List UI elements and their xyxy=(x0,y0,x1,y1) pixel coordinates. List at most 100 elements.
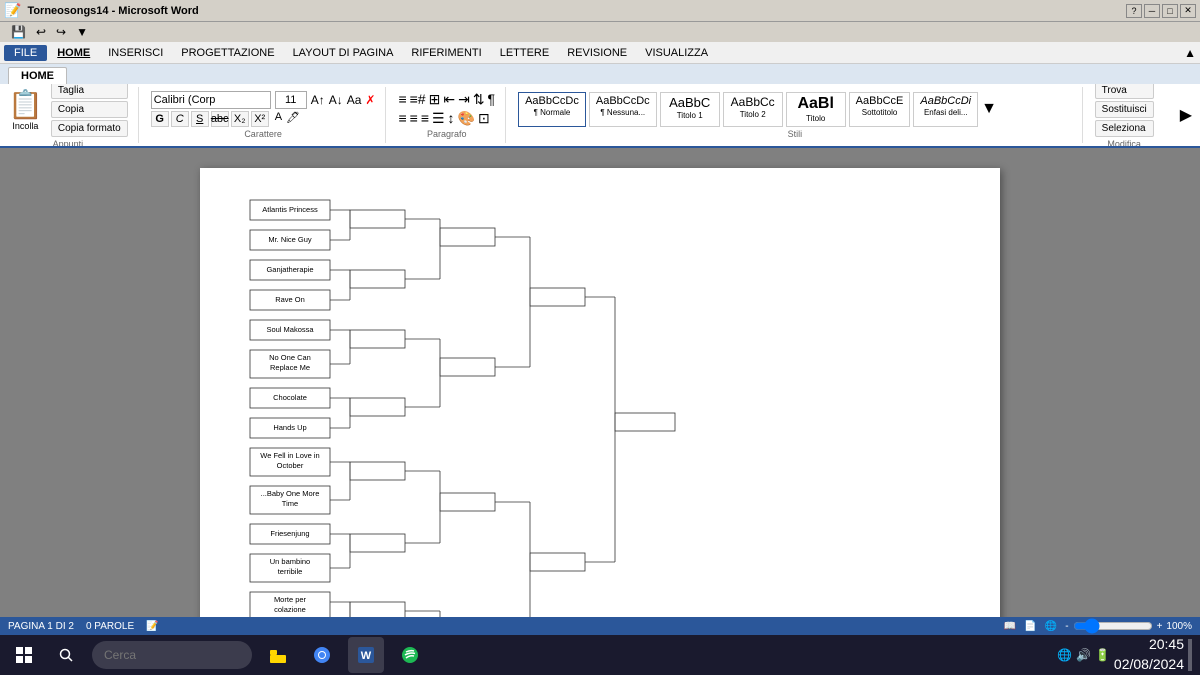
paragraph-label: Paragrafo xyxy=(398,129,495,139)
line-spacing-button[interactable]: ↕ xyxy=(448,110,455,127)
svg-text:We Fell in Love in: We Fell in Love in xyxy=(260,451,319,460)
font-size-input[interactable] xyxy=(275,91,307,109)
print-layout-button[interactable]: 📄 xyxy=(1024,621,1036,632)
taskbar-left: W xyxy=(8,637,428,673)
tab-home[interactable]: HOME xyxy=(8,67,67,84)
svg-text:Un bambino: Un bambino xyxy=(270,557,310,566)
shading-button[interactable]: 🎨 xyxy=(458,110,475,127)
style-no-space[interactable]: AaBbCcDc¶ Nessuna... xyxy=(589,92,657,127)
svg-text:October: October xyxy=(277,461,304,470)
svg-text:Morte per: Morte per xyxy=(274,595,307,604)
styles-expand-button[interactable]: ▼ xyxy=(981,92,997,127)
underline-button[interactable]: S xyxy=(191,111,209,127)
customize-qat-button[interactable]: ▼ xyxy=(73,24,91,40)
decrease-indent-button[interactable]: ⇤ xyxy=(443,91,455,108)
menu-layout[interactable]: LAYOUT DI PAGINA xyxy=(285,45,402,61)
replace-button[interactable]: Sostituisci xyxy=(1095,101,1154,118)
zoom-slider[interactable] xyxy=(1073,618,1153,634)
font-family-input[interactable] xyxy=(151,91,271,109)
read-mode-button[interactable]: 📖 xyxy=(1004,621,1016,632)
align-left-button[interactable]: ≡ xyxy=(398,110,406,127)
cut-button[interactable]: Taglia xyxy=(51,84,128,99)
taskbar-chrome[interactable] xyxy=(304,637,340,673)
web-layout-button[interactable]: 🌐 xyxy=(1045,621,1057,632)
style-title[interactable]: AaBlTitolo xyxy=(786,92,846,127)
start-button[interactable] xyxy=(8,639,40,671)
style-title2[interactable]: AaBbCcTitolo 2 xyxy=(723,92,783,127)
copy-button[interactable]: Copia xyxy=(51,101,128,118)
select-button[interactable]: Seleziona xyxy=(1095,120,1154,137)
ribbon-collapse-button[interactable]: ▲ xyxy=(1184,46,1196,60)
menu-revisione[interactable]: REVISIONE xyxy=(559,45,635,61)
find-button[interactable]: Trova xyxy=(1095,84,1154,99)
bracket-container: Atlantis Princess Mr. Nice Guy Ganjather… xyxy=(240,198,960,617)
zoom-in-button[interactable]: + xyxy=(1157,621,1163,632)
menu-home[interactable]: HOME xyxy=(49,45,98,61)
menu-lettere[interactable]: LETTERE xyxy=(492,45,558,61)
taskbar-search-input[interactable] xyxy=(92,641,252,669)
restore-button[interactable]: □ xyxy=(1162,4,1178,18)
italic-button[interactable]: C xyxy=(171,111,189,127)
word-count: 0 PAROLE xyxy=(86,621,134,632)
decrease-font-button[interactable]: A↓ xyxy=(329,93,343,107)
superscript-button[interactable]: X² xyxy=(251,111,269,127)
status-left: PAGINA 1 DI 2 0 PAROLE 📝 xyxy=(8,621,159,632)
svg-text:Rave On: Rave On xyxy=(275,295,305,304)
svg-text:Chocolate: Chocolate xyxy=(273,393,307,402)
track-changes-icon[interactable]: 📝 xyxy=(146,621,158,632)
paste-icon[interactable]: 📋 xyxy=(8,88,43,121)
clipboard-group: 📋 Incolla Taglia Copia Copia formato App… xyxy=(8,87,139,143)
menu-file[interactable]: FILE xyxy=(4,45,47,61)
subscript-button[interactable]: X₂ xyxy=(231,111,249,127)
style-subtitle[interactable]: AaBbCcESottotitolo xyxy=(849,92,911,127)
justify-button[interactable]: ☰ xyxy=(432,110,445,127)
font-color-button[interactable]: A xyxy=(275,111,282,127)
redo-qat-button[interactable]: ↪ xyxy=(53,24,69,40)
volume-icon[interactable]: 🔊 xyxy=(1076,648,1091,662)
sort-button[interactable]: ⇅ xyxy=(473,91,485,108)
align-center-button[interactable]: ≡ xyxy=(410,110,418,127)
style-title1[interactable]: AaBbCTitolo 1 xyxy=(660,92,720,127)
taskbar-spotify[interactable] xyxy=(392,637,428,673)
svg-text:Mr. Nice Guy: Mr. Nice Guy xyxy=(268,235,312,244)
bullets-button[interactable]: ≡ xyxy=(398,91,406,108)
search-taskbar[interactable] xyxy=(48,637,84,673)
menu-inserisci[interactable]: INSERISCI xyxy=(100,45,171,61)
menu-visualizza[interactable]: VISUALIZZA xyxy=(637,45,716,61)
document-area: Atlantis Princess Mr. Nice Guy Ganjather… xyxy=(0,148,1200,617)
zoom-level[interactable]: 100% xyxy=(1166,621,1192,632)
network-icon[interactable]: 🌐 xyxy=(1057,648,1072,662)
zoom-out-button[interactable]: - xyxy=(1065,621,1068,632)
format-painter-button[interactable]: Copia formato xyxy=(51,120,128,137)
align-right-button[interactable]: ≡ xyxy=(421,110,429,127)
bold-button[interactable]: G xyxy=(151,111,169,127)
bracket-svg: Atlantis Princess Mr. Nice Guy Ganjather… xyxy=(240,198,660,617)
clear-format-button[interactable]: ✗ xyxy=(365,93,375,107)
undo-qat-button[interactable]: ↩ xyxy=(33,24,49,40)
show-marks-button[interactable]: ¶ xyxy=(488,91,496,108)
highlight-button[interactable]: 🖊 xyxy=(286,111,300,127)
increase-indent-button[interactable]: ⇥ xyxy=(458,91,470,108)
taskbar-word[interactable]: W xyxy=(348,637,384,673)
menu-progettazione[interactable]: PROGETTAZIONE xyxy=(173,45,282,61)
taskbar-explorer[interactable] xyxy=(260,637,296,673)
style-normal[interactable]: AaBbCcDc¶ Normale xyxy=(518,92,586,127)
menu-bar: FILE HOME INSERISCI PROGETTAZIONE LAYOUT… xyxy=(0,42,1200,64)
strikethrough-button[interactable]: abc xyxy=(211,111,229,127)
menu-riferimenti[interactable]: RIFERIMENTI xyxy=(403,45,489,61)
style-emphasis[interactable]: AaBbCcDiEnfasi deli... xyxy=(913,92,978,127)
help-button[interactable]: ? xyxy=(1126,4,1142,18)
ribbon-scroll-right[interactable]: ▶ xyxy=(1180,105,1192,125)
svg-text:colazione: colazione xyxy=(274,605,306,614)
clock[interactable]: 20:45 02/08/2024 xyxy=(1114,635,1184,674)
show-desktop-button[interactable] xyxy=(1188,639,1192,671)
increase-font-button[interactable]: A↑ xyxy=(311,93,325,107)
case-button[interactable]: Aa xyxy=(347,93,362,107)
minimize-button[interactable]: ─ xyxy=(1144,4,1160,18)
borders-button[interactable]: ⊡ xyxy=(478,110,490,127)
close-button[interactable]: ✕ xyxy=(1180,4,1196,18)
save-qat-button[interactable]: 💾 xyxy=(8,24,29,40)
numbering-button[interactable]: ≡# xyxy=(410,91,426,108)
multilevel-button[interactable]: ⊞ xyxy=(429,91,441,108)
battery-icon[interactable]: 🔋 xyxy=(1095,648,1110,662)
